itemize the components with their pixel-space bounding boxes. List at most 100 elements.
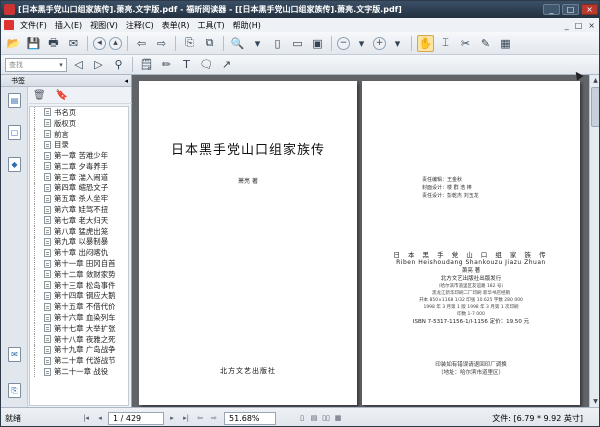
first-page-button[interactable]: |◂ [80,412,92,424]
vertical-scrollbar[interactable]: ▲ ▼ [589,75,599,407]
menu-file[interactable]: 文件(F) [16,20,51,31]
zoom-plus-icon[interactable]: + [373,36,386,50]
annotate-icon[interactable]: ✎ [477,35,494,52]
bookmark-item[interactable]: 第五章 杀人坐牢 [30,193,128,205]
comments-tab-icon[interactable]: ✉ [8,347,21,362]
rotate-icon[interactable]: ⎘ [181,35,198,52]
bookmark-item[interactable]: 第十一章 田冈自首 [30,258,128,269]
find-next-icon[interactable]: ▷ [90,56,107,73]
zoom-level-input[interactable]: 51.68% [224,411,276,425]
bookmark-tools: 🗑 🔖 [29,87,132,104]
layers-tab-icon[interactable]: ◆ [8,157,21,172]
bookmark-item[interactable]: 第二十章 代游战节 [30,355,128,367]
document-viewer[interactable]: 日本黑手党山口组家族传 萧亮 著 北方文艺出版社 责任编辑：王金秋 封面设计：楼… [132,75,599,407]
continuous-icon[interactable]: ▤ [308,412,320,424]
menu-comment[interactable]: 注释(C) [122,20,158,31]
bookmark-item[interactable]: 第四章 缩恐文子 [30,182,128,194]
bookmark-label: 第六章 娃驾不扭 [54,205,109,215]
menu-help[interactable]: 帮助(H) [229,20,265,31]
bookmark-item[interactable]: 第十九章 广岛战争 [30,344,128,356]
page-number-input[interactable]: 1 / 429 [108,411,164,425]
bookmark-item[interactable]: 第十二章 敛财家势 [30,268,128,280]
last-page-button[interactable]: ▸| [180,412,192,424]
zoom-out-dropdown-icon[interactable]: ▾ [353,35,370,52]
collapse-panel-button[interactable]: ◂ [124,77,128,85]
search-dropdown-icon[interactable]: ▾ [56,61,66,69]
zoom-plus-dropdown-icon[interactable]: ▾ [389,35,406,52]
menu-tools[interactable]: 工具(T) [194,20,229,31]
bookmark-item[interactable]: 版权页 [30,117,128,129]
bookmark-item[interactable]: 第十五章 不借代价 [30,301,128,313]
fit-visible-icon[interactable]: ▣ [309,35,326,52]
maximize-button[interactable]: □ [562,4,579,15]
find-options-icon[interactable]: ⚲ [110,56,127,73]
history-back-icon[interactable]: ⇦ [194,412,206,424]
menu-form[interactable]: 表单(R) [158,20,194,31]
select-text-icon[interactable]: ⌶ [437,35,454,52]
bookmark-item[interactable]: 前言 [30,128,128,140]
prev-page-button[interactable]: ◂ [94,412,106,424]
printer-note-block: 印装如有错误请退回印厂调换 （地址：哈尔滨市道里区） [362,361,580,377]
image-icon[interactable]: ▦ [497,35,514,52]
bookmark-item[interactable]: 书名页 [30,107,128,118]
bookmark-item[interactable]: 第十四章 钢应大鹅 [30,290,128,302]
pages-tab-icon[interactable]: ▢ [8,125,21,140]
email-icon[interactable]: ✉ [65,35,82,52]
bookmark-item[interactable]: 第二章 夕毒养手 [30,160,128,172]
bookmark-item[interactable]: 第十八章 夜雅之死 [30,333,128,345]
search-input[interactable]: 查找 ▾ [5,57,67,72]
menu-view[interactable]: 视图(V) [86,20,122,31]
continuous-facing-icon[interactable]: ▦ [332,412,344,424]
doc-minimize-button[interactable]: _ [565,21,569,30]
single-page-icon[interactable]: ▯ [296,412,308,424]
pencil-icon[interactable]: ✏ [158,56,175,73]
attachments-tab-icon[interactable]: ⎘ [8,383,21,398]
scroll-thumb[interactable] [591,87,599,127]
first-page-icon[interactable]: ◂ [93,36,106,50]
scroll-down-icon[interactable]: ▼ [590,396,599,407]
snapshot-icon[interactable]: ✂ [457,35,474,52]
bookmarks-tab-icon[interactable]: ▤ [8,93,21,108]
save-icon[interactable]: 💾 [25,35,42,52]
facing-icon[interactable]: ▯▯ [320,412,332,424]
hand-tool-icon[interactable]: ✋ [417,34,434,52]
bookmark-item[interactable]: 目录 [30,139,128,151]
minimize-button[interactable]: _ [543,4,560,15]
doc-restore-button[interactable]: □ [575,21,583,30]
bookmark-item[interactable]: 第八章 猛虎出笼 [30,225,128,237]
menu-insert[interactable]: 插入(E) [51,20,86,31]
zoom-out-icon[interactable]: − [337,36,350,50]
bookmark-item[interactable]: 第六章 娃驾不扭 [30,204,128,215]
doc-close-button[interactable]: × [588,21,595,30]
new-bookmark-icon[interactable]: 🔖 [56,90,68,101]
find-prev-icon[interactable]: ◁ [70,56,87,73]
arrow-tool-icon[interactable]: ↗ [218,56,235,73]
extract-icon[interactable]: ⧉ [201,35,218,52]
history-forward-icon[interactable]: ⇨ [208,412,220,424]
bookmark-item[interactable]: 第三章 湍入闹道 [30,171,128,183]
close-button[interactable]: × [581,4,598,15]
print-icon[interactable]: 🖶 [45,35,62,52]
bookmark-item[interactable]: 第十七章 大举扩张 [30,322,128,334]
typewriter-icon[interactable]: T [178,56,195,73]
delete-bookmark-icon[interactable]: 🗑 [33,90,46,101]
forward-arrow-icon[interactable]: ⇨ [153,35,170,52]
fit-page-icon[interactable]: ▯ [269,35,286,52]
bookmark-item[interactable]: 第十章 出闷喀仇 [30,247,128,259]
zoom-in-icon[interactable]: 🔍 [229,35,246,52]
prev-page-icon[interactable]: ▴ [109,36,122,50]
scroll-up-icon[interactable]: ▲ [590,75,599,86]
bookmark-item[interactable]: 第九章 以暴制暴 [30,236,128,248]
note-icon[interactable]: 🗒 [138,56,155,73]
fit-width-icon[interactable]: ▭ [289,35,306,52]
next-page-button[interactable]: ▸ [166,412,178,424]
bookmark-item[interactable]: 第十六章 血染列车 [30,312,128,323]
bookmark-item[interactable]: 第七章 老大归天 [30,214,128,226]
open-icon[interactable]: 📂 [5,35,22,52]
callout-icon[interactable]: 🗨 [198,56,215,73]
zoom-dropdown-icon[interactable]: ▾ [249,35,266,52]
bookmark-item[interactable]: 第十三章 松岛事件 [30,279,128,291]
bookmark-item[interactable]: 第一章 苦难少年 [30,150,128,161]
back-arrow-icon[interactable]: ⇦ [133,35,150,52]
bookmark-item[interactable]: 第二十一章 战役 [30,366,128,377]
